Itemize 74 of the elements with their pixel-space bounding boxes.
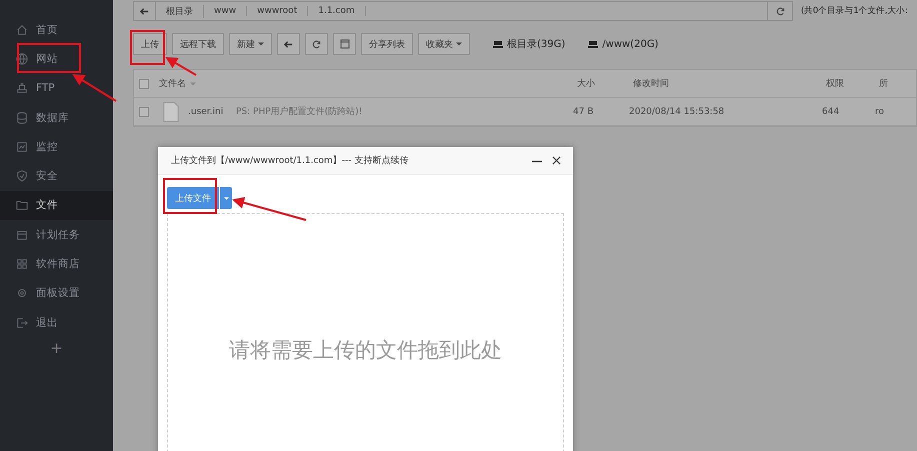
add-button[interactable]: + — [0, 339, 113, 358]
folder-icon — [16, 199, 28, 212]
highlight-frame — [130, 30, 165, 65]
terminal-button[interactable] — [333, 33, 356, 55]
back-arrow-icon — [284, 40, 293, 48]
dropdown-button[interactable]: 收藏夹 — [418, 33, 470, 55]
close-icon[interactable] — [552, 156, 561, 165]
table-cell-text: ro — [875, 106, 886, 116]
home-icon — [16, 24, 28, 36]
refresh-icon — [776, 6, 784, 16]
back-arrow-icon — [140, 6, 149, 16]
annotation-arrow — [165, 57, 196, 76]
table-cell-text: 644 — [822, 106, 840, 116]
sidebar-item[interactable]: 数据库 — [0, 102, 113, 132]
dropdown-button[interactable]: 新建 — [229, 33, 272, 55]
checkbox[interactable] — [139, 106, 149, 116]
gear-icon — [16, 287, 28, 300]
table-cell-text: 47 B — [573, 106, 594, 116]
file-name[interactable]: .user.ini — [188, 106, 236, 116]
sidebar-item[interactable]: 首页 — [0, 15, 113, 44]
drop-hint: 请将需要上传的文件拖到此处 — [229, 337, 502, 364]
column-header: 大小 — [577, 78, 596, 90]
grid-icon — [16, 258, 28, 270]
breadcrumb-item[interactable]: wwwroot — [247, 6, 308, 16]
disk-link[interactable]: /www(20G) — [588, 38, 658, 50]
sidebar-item[interactable]: 网站 — [0, 44, 113, 74]
toolbar-button[interactable]: 上传 — [133, 33, 167, 55]
globe-icon — [16, 52, 28, 65]
sidebar-item[interactable]: 监控 — [0, 132, 113, 162]
sidebar-item[interactable]: 文件 — [0, 190, 113, 220]
dropdown-button[interactable] — [220, 187, 232, 209]
annotation-arrow — [72, 74, 117, 102]
column-header: 权限 — [826, 78, 845, 90]
exit-icon — [16, 316, 28, 329]
breadcrumb-item[interactable]: 1.1.com — [308, 6, 366, 16]
dialog-title: 上传文件到【/www/wwwroot/1.1.com】--- 支持断点续传 — [171, 154, 410, 167]
sort-caret-icon — [190, 80, 196, 86]
sidebar-item[interactable]: 退出 — [0, 308, 113, 338]
calendar-icon — [16, 228, 28, 241]
refresh-button[interactable] — [305, 33, 328, 55]
caret-icon — [258, 41, 264, 47]
disk-link[interactable]: 根目录(39G) — [493, 37, 566, 51]
toolbar-button[interactable]: 远程下载 — [172, 33, 224, 55]
shield-icon — [16, 170, 28, 182]
window-icon — [340, 39, 350, 49]
sidebar-item[interactable]: 计划任务 — [0, 220, 113, 250]
toolbar-button[interactable]: 分享列表 — [361, 33, 413, 55]
column-header[interactable]: 文件名 — [159, 77, 577, 90]
checkbox[interactable] — [139, 78, 149, 88]
hard-drive-icon — [493, 40, 503, 48]
table-cell-text: 2020/08/14 15:53:58 — [629, 106, 726, 116]
caret-icon — [224, 196, 228, 200]
sidebar-item[interactable]: 面板设置 — [0, 278, 113, 308]
hard-drive-icon — [588, 40, 598, 48]
refresh-icon — [312, 40, 321, 48]
column-header: 修改时间 — [633, 78, 670, 90]
monitor-icon — [16, 140, 28, 153]
back-button[interactable] — [277, 33, 300, 55]
sidebar-item[interactable]: FTP — [0, 74, 113, 103]
sidebar-item[interactable]: 软件商店 — [0, 249, 113, 279]
file-icon — [163, 102, 179, 122]
sidebar-item[interactable]: 安全 — [0, 161, 113, 191]
highlight-frame — [163, 178, 217, 214]
caret-icon — [456, 41, 462, 47]
server-icon — [16, 82, 28, 94]
file-note: PS: PHP用户配置文件(防跨站)! — [236, 106, 364, 118]
directory-summary: (共0个目录与1个文件,大小: — [801, 5, 908, 17]
breadcrumb-item[interactable]: 根目录 — [156, 4, 204, 18]
breadcrumb-item[interactable]: www — [204, 6, 248, 16]
drop-zone[interactable]: 请将需要上传的文件拖到此处 — [167, 213, 564, 451]
column-header: 所 — [879, 78, 889, 90]
highlight-frame — [17, 43, 81, 73]
database-icon — [16, 112, 28, 124]
upload-file-button[interactable]: 上传文件 — [167, 187, 219, 209]
